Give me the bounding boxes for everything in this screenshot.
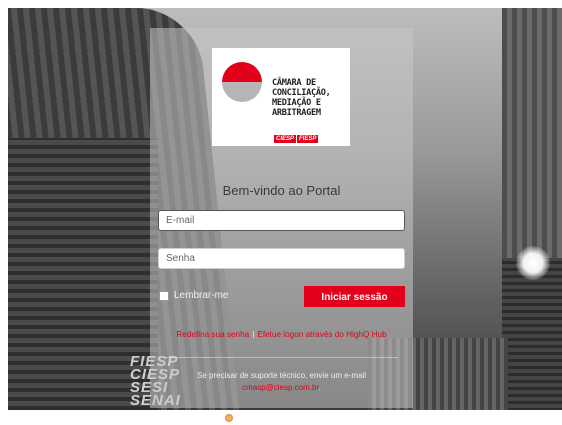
background-photo: FIESP CIESP SESI SENAI CÂMARA DE CONCILI… [8,8,562,410]
welcome-heading: Bem-vindo ao Portal [222,183,341,198]
logo-circle-icon [222,62,262,102]
remember-me[interactable]: Lembrar-me [159,290,228,301]
reset-password-link[interactable]: Redefina sua senha [176,330,249,339]
support-text: Se precisar de suporte técnico, envie um… [197,371,366,380]
logo-tag-ciesp: CIESP [274,135,297,143]
support-suffix: . [318,383,321,392]
sun-glare [516,246,550,280]
highq-logon-link[interactable]: Efetue logon através do HighQ Hub [257,330,386,339]
support-info: Se precisar de suporte técnico, envie um… [150,370,413,394]
building-right-lower [502,258,562,410]
signin-button[interactable]: Iniciar sessão [304,286,405,307]
password-input[interactable] [158,248,405,269]
remember-label: Lembrar-me [174,290,229,301]
login-panel: CÂMARA DE CONCILIAÇÃO, MEDIAÇÃO E ARBITR… [150,28,413,408]
support-email-link[interactable]: cmasp@ciesp.com.br [242,383,319,392]
logo-tag-fiesp: FIESP [297,135,319,143]
auth-links: Redefina sua senha | Efetue logon através … [150,330,413,339]
logo-tags: CIESP FIESP [274,127,319,145]
link-separator: | [252,330,255,339]
remember-checkbox[interactable] [159,290,169,301]
logo: CÂMARA DE CONCILIAÇÃO, MEDIAÇÃO E ARBITR… [212,48,350,146]
divider [164,357,398,358]
email-input[interactable] [158,210,405,231]
footer-logo-icon [225,414,233,422]
logo-text: CÂMARA DE CONCILIAÇÃO, MEDIAÇÃO E ARBITR… [272,78,331,118]
